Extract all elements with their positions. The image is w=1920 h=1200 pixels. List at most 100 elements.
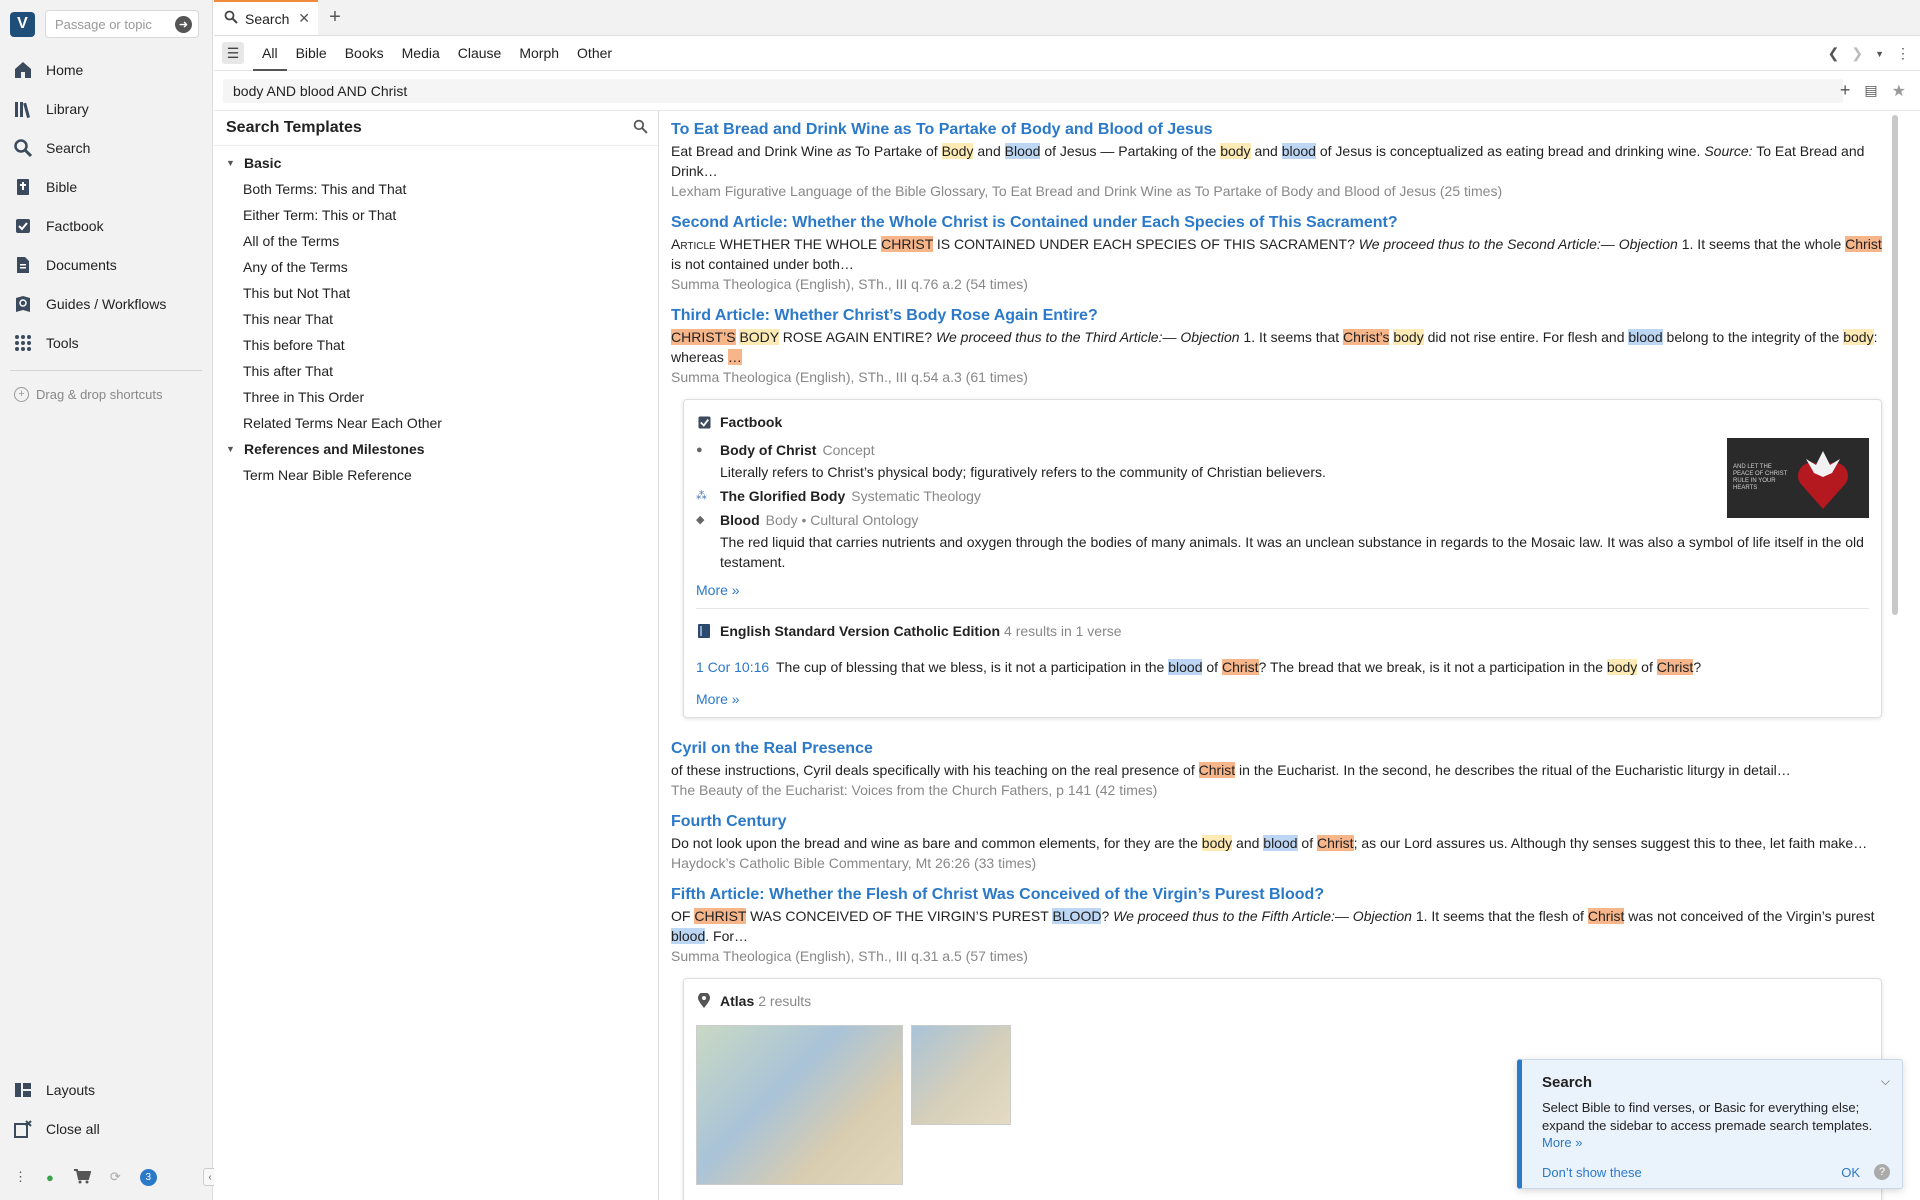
user-status-icon[interactable]: ● xyxy=(46,1170,54,1185)
tab-clause[interactable]: Clause xyxy=(449,36,511,71)
help-icon[interactable]: ? xyxy=(1874,1164,1890,1180)
passage-box[interactable]: ➜ xyxy=(45,10,199,38)
result-source[interactable]: Summa Theologica (English), STh., III q.… xyxy=(671,274,1890,294)
result-source[interactable]: Haydock’s Catholic Bible Commentary, Mt … xyxy=(671,853,1890,873)
nav-item-bible[interactable]: Bible xyxy=(0,167,212,206)
menu-icon[interactable]: ☰ xyxy=(222,42,244,64)
template-group-basic[interactable]: ▼ Basic xyxy=(214,150,658,176)
verse-reference[interactable]: 1 Cor 10:16 xyxy=(696,657,776,677)
chevron-down-icon[interactable]: ⌵ xyxy=(1881,1074,1890,1089)
keyboard-icon[interactable]: ▤ xyxy=(1864,82,1877,99)
factbook-entry[interactable]: ⁂ The Glorified Body Systematic Theology xyxy=(696,484,1869,508)
template-item[interactable]: Three in This Order xyxy=(214,384,658,410)
sync-icon[interactable]: ⟳ xyxy=(110,1169,121,1185)
nav-item-documents[interactable]: Documents xyxy=(0,245,212,284)
nav-label: Documents xyxy=(46,256,117,273)
factbook-entry[interactable]: ● Body of Christ Concept xyxy=(696,438,1869,462)
star-icon[interactable]: ★ xyxy=(1892,81,1906,101)
atlas-map-thumbnail[interactable] xyxy=(696,1025,903,1185)
nav-item-guides[interactable]: Guides / Workflows xyxy=(0,284,212,323)
template-item[interactable]: This but Not That xyxy=(214,280,658,306)
tab-other[interactable]: Other xyxy=(568,36,621,71)
forward-icon[interactable]: ❯ xyxy=(1851,45,1863,62)
template-item[interactable]: This before That xyxy=(214,332,658,358)
result-snippet: Eat Bread and Drink Wine as To Partake o… xyxy=(671,143,1865,179)
search-icon[interactable] xyxy=(633,119,648,139)
nav-item-layouts[interactable]: Layouts xyxy=(0,1070,213,1109)
dont-show-link[interactable]: Don’t show these xyxy=(1542,1165,1642,1180)
entry-type: Concept xyxy=(822,442,875,458)
template-group-references[interactable]: ▼ References and Milestones xyxy=(214,436,658,462)
nav-item-factbook[interactable]: Factbook xyxy=(0,206,212,245)
factbook-body: ● Body of Christ Concept Literally refer… xyxy=(696,430,1869,574)
tab-search[interactable]: Search ✕ xyxy=(214,0,318,35)
new-tab-button[interactable]: + xyxy=(318,0,352,35)
result-source[interactable]: The Beauty of the Eucharist: Voices from… xyxy=(671,780,1890,800)
template-item[interactable]: Any of the Terms xyxy=(214,254,658,280)
template-item[interactable]: All of the Terms xyxy=(214,228,658,254)
result-snippet: of these instructions, Cyril deals speci… xyxy=(671,762,1791,778)
more-vertical-icon[interactable]: ⋮ xyxy=(14,1169,27,1185)
result-title[interactable]: Fourth Century xyxy=(671,811,1890,833)
notification-badge[interactable]: 3 xyxy=(139,1168,157,1186)
more-link[interactable]: More » xyxy=(696,582,1869,598)
logos-logo-icon[interactable]: V xyxy=(10,11,35,37)
tab-morph[interactable]: Morph xyxy=(510,36,568,71)
result-source[interactable]: Summa Theologica (English), STh., III q.… xyxy=(671,946,1890,966)
more-options-icon[interactable]: ⋮ xyxy=(1896,45,1910,62)
results-scrollbar[interactable] xyxy=(1892,115,1898,615)
tab-media[interactable]: Media xyxy=(393,36,449,71)
result-title[interactable]: To Eat Bread and Drink Wine as To Partak… xyxy=(671,119,1890,141)
tab-bible[interactable]: Bible xyxy=(287,36,336,71)
back-icon[interactable]: ❮ xyxy=(1828,45,1840,62)
result-item: Third Article: Whether Christ’s Body Ros… xyxy=(659,297,1902,387)
cart-icon[interactable] xyxy=(73,1168,92,1187)
nav-list: Home Library Search Bible Factbook Docum… xyxy=(0,50,212,362)
more-link[interactable]: More » xyxy=(696,691,1869,707)
nav-item-tools[interactable]: Tools xyxy=(0,323,212,362)
factbook-entry[interactable]: ◆ Blood Body • Cultural Ontology xyxy=(696,508,1869,532)
entry-name: Blood xyxy=(720,512,760,528)
nav-label: Guides / Workflows xyxy=(46,295,167,312)
result-title[interactable]: Second Article: Whether the Whole Christ… xyxy=(671,212,1890,234)
result-title[interactable]: Third Article: Whether Christ’s Body Ros… xyxy=(671,305,1890,327)
nav-item-home[interactable]: Home xyxy=(0,50,212,89)
nav-item-search[interactable]: Search xyxy=(0,128,212,167)
nav-item-close-all[interactable]: Close all xyxy=(0,1109,213,1148)
dove-heart-icon xyxy=(1798,451,1848,509)
go-arrow-icon[interactable]: ➜ xyxy=(175,15,192,33)
passage-input[interactable] xyxy=(55,16,175,32)
esv-heading[interactable]: English Standard Version Catholic Editio… xyxy=(720,623,1000,639)
template-item[interactable]: This after That xyxy=(214,358,658,384)
template-item[interactable]: This near That xyxy=(214,306,658,332)
result-source[interactable]: Lexham Figurative Language of the Bible … xyxy=(671,181,1890,201)
history-dropdown-icon[interactable]: ▼ xyxy=(1875,49,1884,59)
result-title[interactable]: Fifth Article: Whether the Flesh of Chri… xyxy=(671,884,1890,906)
result-snippet: OF CHRIST WAS CONCEIVED OF THE VIRGIN’S … xyxy=(671,908,1875,944)
tab-all[interactable]: All xyxy=(253,36,287,71)
query-icons: + ▤ ★ xyxy=(1840,80,1906,101)
tab-books[interactable]: Books xyxy=(336,36,393,71)
search-query-input[interactable]: body AND blood AND Christ xyxy=(223,78,1843,103)
template-item[interactable]: Either Term: This or That xyxy=(214,202,658,228)
status-bar: ⋮ ● ⟳ 3 xyxy=(0,1162,213,1192)
atlas-map-thumbnail[interactable] xyxy=(911,1025,1011,1125)
nav-item-library[interactable]: Library xyxy=(0,89,212,128)
ok-button[interactable]: OK xyxy=(1841,1165,1860,1180)
template-item[interactable]: Both Terms: This and That xyxy=(214,176,658,202)
entry-type: Systematic Theology xyxy=(851,488,981,504)
popup-more-link[interactable]: More » xyxy=(1542,1135,1888,1150)
templates-header: Search Templates xyxy=(214,111,658,146)
result-title[interactable]: Cyril on the Real Presence xyxy=(671,738,1890,760)
tools-icon xyxy=(12,332,34,354)
result-snippet: Article WHETHER THE WHOLE CHRIST IS CONT… xyxy=(671,236,1882,272)
result-source[interactable]: Summa Theologica (English), STh., III q.… xyxy=(671,367,1890,387)
close-tab-icon[interactable]: ✕ xyxy=(298,10,310,27)
template-item[interactable]: Term Near Bible Reference xyxy=(214,462,658,488)
template-item[interactable]: Related Terms Near Each Other xyxy=(214,410,658,436)
factbook-image[interactable]: AND LET THE PEACE OF CHRIST RULE IN YOUR… xyxy=(1727,438,1869,518)
add-icon[interactable]: + xyxy=(1840,80,1851,101)
drag-drop-shortcuts[interactable]: + Drag & drop shortcuts xyxy=(0,379,212,409)
bible-icon xyxy=(12,176,34,198)
tab-strip: Search ✕ + xyxy=(214,0,1920,36)
